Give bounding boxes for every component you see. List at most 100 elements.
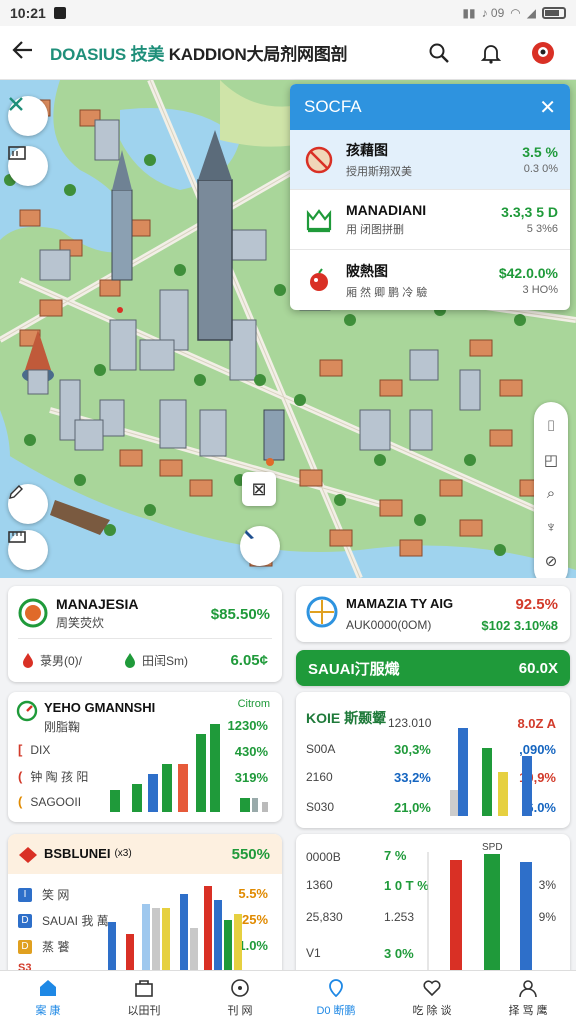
chart-bar bbox=[132, 784, 142, 812]
list-item: (钟 陶 孩 阳 bbox=[18, 768, 88, 785]
close-icon bbox=[9, 97, 23, 111]
profile-button[interactable] bbox=[530, 40, 556, 66]
map-layers-button[interactable] bbox=[8, 146, 48, 186]
user-icon bbox=[517, 977, 539, 999]
chart-bar bbox=[214, 900, 222, 980]
stat-card-2[interactable]: MAMAZIA TY AIG 92.5% AUK0000(0OM) $102 3… bbox=[296, 586, 570, 642]
popup-row-name: 陂熱图 bbox=[346, 262, 388, 279]
popup-row[interactable]: 陂熱图厢 然 卿 鹏 冷 驗 $42.0.0% 3 HO% bbox=[290, 250, 570, 310]
notification-icon bbox=[53, 7, 66, 19]
map-tool-3[interactable]: ⌕ bbox=[547, 485, 555, 502]
table-cell: 33,2% bbox=[394, 770, 431, 785]
nav-item-label: 案 康 bbox=[35, 1005, 61, 1017]
popup-row-name: MANADIANI bbox=[346, 202, 427, 218]
chart-bar bbox=[162, 764, 172, 812]
apple-icon bbox=[302, 263, 336, 297]
popup-header: SOCFA ✕ bbox=[290, 84, 570, 130]
layers-icon bbox=[133, 977, 155, 999]
popup-row[interactable]: MANADIANI 用 闭图拼删 3.3,3 5 D 5 3%6 bbox=[290, 190, 570, 250]
map-draw-button[interactable] bbox=[8, 484, 48, 524]
bracket-icon: [ bbox=[18, 742, 23, 757]
stat-card-6[interactable]: BSBLUNEI (x3) 550% I 笑 网 D SAUAI 我 萬 D 蒸 饕 S… bbox=[8, 834, 282, 980]
map-measure-button[interactable] bbox=[8, 530, 48, 570]
nav-item-home[interactable]: 案 康 bbox=[0, 971, 96, 1024]
chart-bar bbox=[180, 894, 188, 980]
map-tool-5[interactable]: ⊘ bbox=[545, 552, 558, 570]
compass-icon bbox=[229, 977, 251, 999]
nav-item-explore[interactable]: 刊 网 bbox=[192, 971, 288, 1024]
stat-card-5[interactable]: KOIE 斯颞颦 123.010 8.0Z A S00A 30,3% ,090%… bbox=[296, 692, 570, 828]
map-close-button[interactable] bbox=[8, 96, 48, 136]
table-cell: 25,830 bbox=[306, 910, 343, 924]
status-indicator-text: ♪ 09 bbox=[481, 6, 505, 20]
popup-row-value-sub: 0.3 0% bbox=[523, 163, 558, 175]
chart-bar bbox=[110, 790, 120, 812]
nav-item-label: 刊 网 bbox=[227, 1005, 253, 1017]
chart-bar bbox=[148, 774, 158, 812]
popup-row-sub: 厢 然 卿 鹏 冷 驗 bbox=[346, 286, 428, 299]
diamond-icon bbox=[19, 847, 37, 863]
stat-card-4[interactable]: YEHO GMANNSHI Citrom 刚脂鞠 [DIX (钟 陶 孩 阳 (… bbox=[8, 692, 282, 822]
map-tool-4[interactable]: ♆ bbox=[545, 519, 556, 536]
card-title-text: BSBLUNEI bbox=[44, 846, 111, 861]
square-icon: D bbox=[18, 939, 32, 954]
chart-bar bbox=[196, 734, 206, 812]
list-item: [DIX bbox=[18, 742, 50, 757]
popup-row-value-sub: 3 HO% bbox=[522, 283, 558, 296]
page-title-part2: KADDION大局剂网图剖 bbox=[168, 45, 348, 64]
popup-row-value-sub: 5 3%6 bbox=[526, 223, 558, 235]
chart-bar bbox=[484, 854, 500, 980]
chart-bar bbox=[210, 724, 220, 812]
ruler-icon bbox=[8, 531, 26, 543]
speedometer-icon bbox=[16, 700, 38, 722]
popup-row-value: 3.5 % bbox=[522, 144, 558, 160]
bracket-icon: ( bbox=[18, 769, 23, 784]
search-button[interactable] bbox=[426, 40, 452, 66]
map-pin-icon bbox=[325, 977, 347, 999]
no-entry-icon bbox=[302, 143, 336, 177]
popup-close-button[interactable]: ✕ bbox=[539, 95, 556, 120]
mini-bar-chart bbox=[450, 728, 532, 816]
list-item-label: SAUAI 我 萬 bbox=[42, 914, 109, 928]
popup-row-name: 孩藉图 bbox=[346, 142, 388, 158]
notifications-button[interactable] bbox=[478, 40, 504, 66]
list-item: D SAUAI 我 萬 bbox=[18, 912, 109, 929]
nav-item-map[interactable]: D0 断鹏 bbox=[288, 971, 384, 1024]
popup-row[interactable]: 孩藉图 授用斯翔双美 3.5 % 0.3 0% bbox=[290, 130, 570, 190]
nav-item-profile[interactable]: 择 骂 鹰 bbox=[480, 971, 576, 1024]
nav-item-favorites[interactable]: 吃 除 谈 bbox=[384, 971, 480, 1024]
table-cell: 0000B bbox=[306, 850, 341, 864]
map-tool-2[interactable]: ◰ bbox=[544, 451, 558, 469]
card-subtitle: 刚脂鞠 bbox=[44, 720, 81, 734]
nav-item-label: D0 断鹏 bbox=[316, 1005, 356, 1017]
card-subtitle: AUK0000(0OM) bbox=[346, 618, 432, 632]
table-cell: 7 % bbox=[384, 848, 407, 863]
bracket-icon: ( bbox=[18, 794, 23, 809]
back-arrow-icon bbox=[12, 41, 32, 59]
stat-card-1[interactable]: MANAJESIA 周笑荧炊 $85.50% 菉男(0)/ 田闰Sm) 6.05… bbox=[8, 586, 282, 682]
square-icon: I bbox=[18, 887, 32, 902]
highlight-bar[interactable]: SAUAI汀服熾 60.0X bbox=[296, 650, 570, 686]
map-pin-button[interactable] bbox=[240, 526, 280, 566]
page-title: DOASIUS 技美 KADDION大局剂网图剖 bbox=[50, 40, 348, 65]
status-time: 10:21 bbox=[10, 5, 46, 21]
map-tool-1[interactable]: ⌷ bbox=[546, 418, 555, 435]
stat-card-7[interactable]: 0000B 7 % SPD 1360 1 0 T % 3% 25,830 1.2… bbox=[296, 834, 570, 980]
list-item-label: 笑 网 bbox=[42, 888, 70, 902]
chart-bar bbox=[450, 860, 462, 980]
card-row-mid: 田闰Sm) bbox=[142, 654, 188, 668]
list-item: I笑 网 bbox=[18, 886, 69, 903]
layers-icon bbox=[8, 146, 26, 160]
bell-icon bbox=[480, 44, 502, 64]
card-title: MAMAZIA TY AIG bbox=[346, 596, 454, 611]
card-title: KOIE 斯颞颦 bbox=[306, 710, 387, 726]
drop-icon bbox=[23, 653, 33, 668]
card-value: $85.50% bbox=[210, 606, 270, 623]
chart-bar bbox=[262, 802, 268, 812]
nav-item-layers[interactable]: 以田刊 bbox=[96, 971, 192, 1024]
divider bbox=[18, 638, 272, 639]
building-marker[interactable]: ⊠ bbox=[242, 472, 276, 506]
list-item: (SAGOOII bbox=[18, 794, 81, 809]
mini-bar-chart bbox=[427, 852, 532, 980]
back-button[interactable] bbox=[12, 37, 44, 68]
